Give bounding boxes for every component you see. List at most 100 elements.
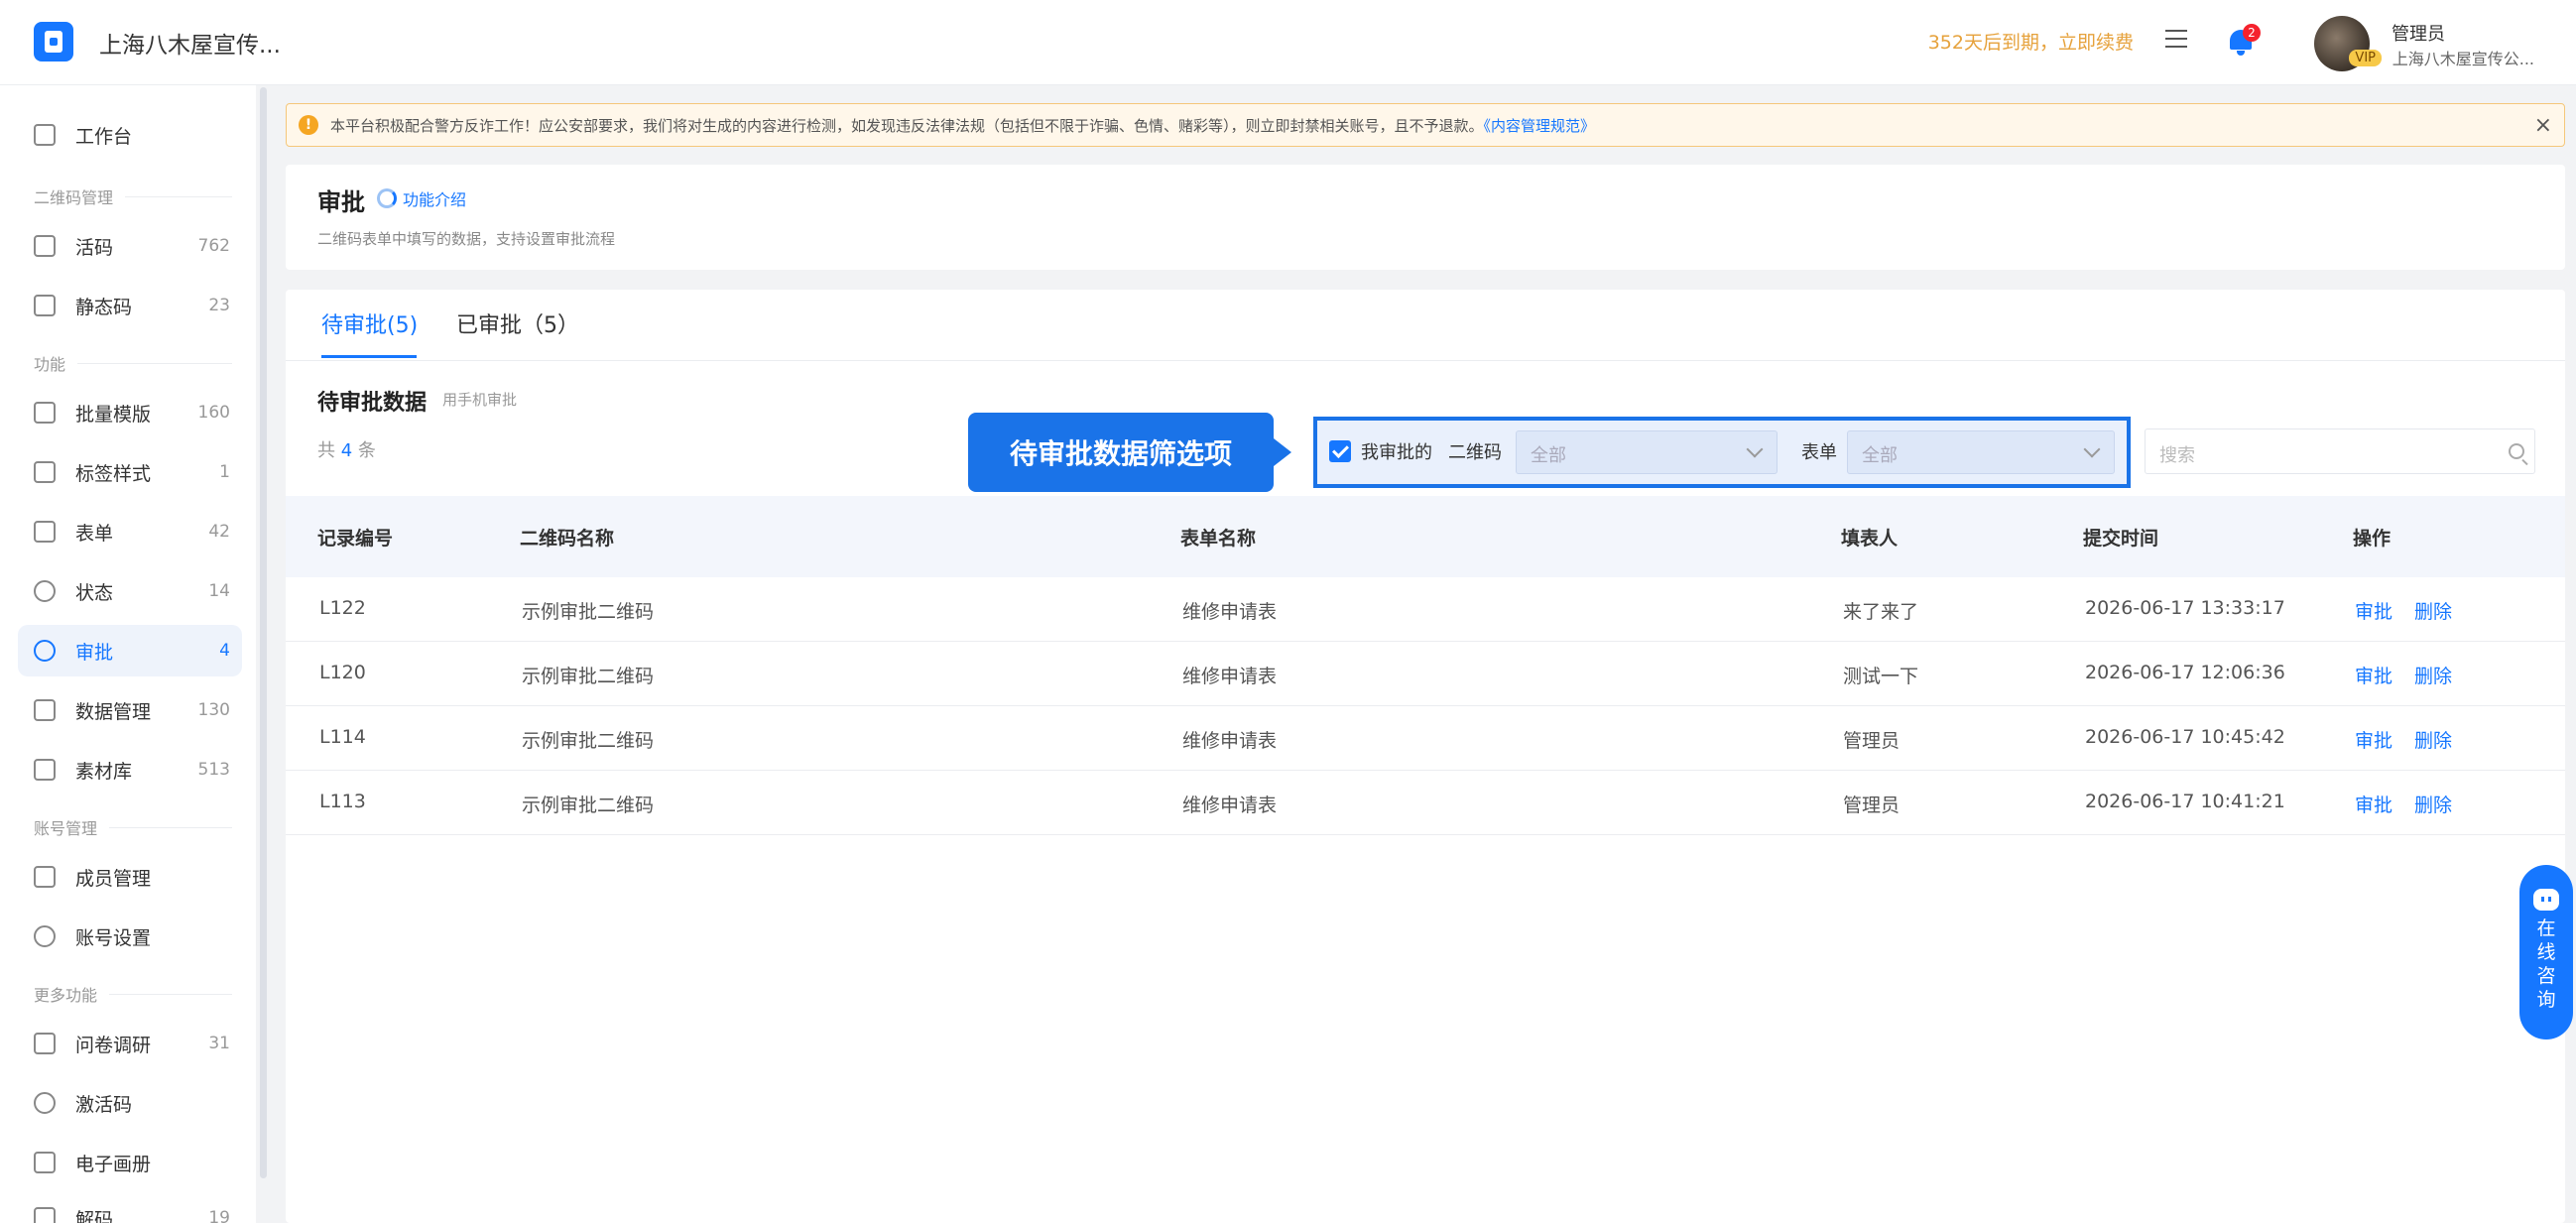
- vip-badge: VIP: [2349, 50, 2382, 66]
- monitor-icon: [34, 124, 56, 146]
- table-row[interactable]: L122 示例审批二维码 维修申请表 来了来了 2026-06-17 13:33…: [286, 577, 2565, 642]
- sidebar-item-account-settings[interactable]: 账号设置: [18, 911, 242, 962]
- cell-submit-time: 2026-06-17 13:33:17: [2085, 597, 2285, 619]
- sidebar-group-features: 功能: [34, 351, 232, 375]
- chart-icon: [34, 699, 56, 721]
- sidebar-item-members[interactable]: 成员管理: [18, 851, 242, 903]
- table-row[interactable]: L120 示例审批二维码 维修申请表 测试一下 2026-06-17 12:06…: [286, 642, 2565, 706]
- col-filler: 填表人: [1841, 528, 1899, 550]
- cell-form-name: 维修申请表: [1182, 666, 1278, 687]
- sidebar-item-count: 762: [197, 236, 230, 256]
- sidebar-item-label: 成员管理: [75, 867, 152, 890]
- sidebar-item-approval[interactable]: 审批 4: [18, 625, 242, 676]
- delete-button[interactable]: 删除: [2414, 597, 2452, 624]
- live-code-icon: [34, 235, 56, 257]
- user-icon: [34, 925, 56, 947]
- sidebar-item-workbench[interactable]: 工作台: [18, 109, 242, 161]
- approve-button[interactable]: 审批: [2355, 726, 2392, 753]
- sidebar-item-ebook[interactable]: 电子画册: [18, 1137, 242, 1188]
- sidebar-item-count: 42: [208, 522, 230, 542]
- sidebar-item-status[interactable]: 状态 14: [18, 565, 242, 617]
- col-qrcode-name: 二维码名称: [520, 528, 615, 550]
- renew-link[interactable]: 352天后到期，立即续费: [1928, 28, 2134, 55]
- approve-button[interactable]: 审批: [2355, 597, 2392, 624]
- close-icon[interactable]: ×: [2534, 113, 2552, 138]
- status-icon: [34, 580, 56, 602]
- sidebar: 工作台 二维码管理 活码 762 静态码 23 功能 批量模版 160 标签样式…: [0, 85, 256, 1223]
- app-title[interactable]: 上海八木屋宣传...: [99, 26, 281, 60]
- sidebar-item-count: 23: [208, 296, 230, 315]
- app-logo-icon[interactable]: [34, 22, 73, 61]
- sidebar-item-label: 数据管理: [75, 700, 152, 723]
- delete-button[interactable]: 删除: [2414, 726, 2452, 753]
- content-policy-link[interactable]: 《内容管理规范》: [1484, 117, 1596, 135]
- notice-text: 本平台积极配合警方反诈工作！应公安部要求，我们将对生成的内容进行检测，如发现违反…: [330, 115, 1595, 136]
- qrcode-select-value: 全部: [1531, 445, 1566, 466]
- sidebar-item-data-management[interactable]: 数据管理 130: [18, 684, 242, 736]
- search-placeholder: 搜索: [2159, 445, 2195, 466]
- menu-icon[interactable]: [2165, 30, 2187, 48]
- sidebar-item-count: 160: [197, 403, 230, 423]
- col-submit-time: 提交时间: [2083, 528, 2159, 550]
- survey-icon: [34, 1033, 56, 1054]
- sidebar-item-count: 14: [208, 581, 230, 601]
- sidebar-item-static-code[interactable]: 静态码 23: [18, 280, 242, 331]
- approve-button[interactable]: 审批: [2355, 791, 2392, 817]
- col-form-name: 表单名称: [1180, 528, 1257, 550]
- cell-qrcode-name: 示例审批二维码: [522, 795, 655, 816]
- delete-button[interactable]: 删除: [2414, 791, 2452, 817]
- mobile-approval-hint[interactable]: 用手机审批: [442, 389, 517, 410]
- qrcode-select[interactable]: 全部: [1516, 430, 1778, 474]
- col-actions: 操作: [2353, 528, 2392, 550]
- sidebar-item-material[interactable]: 素材库 513: [18, 744, 242, 795]
- sidebar-item-form[interactable]: 表单 42: [18, 506, 242, 557]
- sidebar-item-live-code[interactable]: 活码 762: [18, 220, 242, 272]
- total-number: 4: [340, 440, 353, 461]
- search-icon[interactable]: [2509, 443, 2524, 459]
- approve-button[interactable]: 审批: [2355, 662, 2392, 688]
- user-name[interactable]: 管理员: [2392, 20, 2445, 46]
- shield-icon: [34, 1092, 56, 1114]
- sidebar-item-count: 31: [208, 1034, 230, 1053]
- table-header: 记录编号 二维码名称 表单名称 填表人 提交时间 操作: [286, 496, 2565, 577]
- top-header: 上海八木屋宣传... 352天后到期，立即续费 2 VIP 管理员 上海八木屋宣…: [0, 0, 2576, 85]
- notification-bell-icon[interactable]: 2: [2227, 24, 2261, 58]
- page-title: 审批: [317, 188, 365, 216]
- mine-checkbox[interactable]: [1329, 440, 1351, 462]
- form-select[interactable]: 全部: [1847, 430, 2115, 474]
- approval-main-card: 待审批(5) 已审批（5） 待审批数据 用手机审批 共 4 条 待审批数据筛选项…: [286, 290, 2565, 1223]
- total-prefix: 共: [317, 440, 335, 461]
- online-consult-label: 在线咨询: [2536, 917, 2556, 1011]
- sidebar-item-activation-code[interactable]: 激活码: [18, 1077, 242, 1129]
- online-consult-button[interactable]: 在线咨询: [2519, 865, 2573, 1040]
- mine-label[interactable]: 我审批的: [1361, 438, 1432, 464]
- sidebar-item-batch-template[interactable]: 批量模版 160: [18, 387, 242, 438]
- intro-icon[interactable]: [377, 188, 397, 208]
- notification-badge: 2: [2243, 24, 2261, 42]
- cell-submit-time: 2026-06-17 10:45:42: [2085, 726, 2285, 748]
- active-tab-indicator: [321, 355, 417, 358]
- sidebar-item-count: 19: [208, 1208, 230, 1223]
- total-count: 共 4 条: [317, 436, 376, 462]
- delete-button[interactable]: 删除: [2414, 662, 2452, 688]
- sidebar-item-count: 1: [219, 462, 230, 482]
- tab-pending[interactable]: 待审批(5): [321, 307, 418, 339]
- cell-filler: 管理员: [1843, 795, 1901, 816]
- sidebar-item-count: 513: [197, 760, 230, 780]
- search-input[interactable]: 搜索: [2145, 428, 2535, 474]
- sidebar-scrollbar[interactable]: [260, 87, 267, 1178]
- sidebar-item-survey[interactable]: 问卷调研 31: [18, 1018, 242, 1069]
- sidebar-item-label-style[interactable]: 标签样式 1: [18, 446, 242, 498]
- qrcode-icon: [34, 295, 56, 316]
- tab-approved[interactable]: 已审批（5）: [456, 307, 579, 339]
- feature-intro-link[interactable]: 功能介绍: [403, 186, 466, 210]
- cell-filler: 管理员: [1843, 730, 1901, 752]
- table-row[interactable]: L114 示例审批二维码 维修申请表 管理员 2026-06-17 10:45:…: [286, 706, 2565, 771]
- section-title: 待审批数据: [317, 391, 428, 416]
- sidebar-item-decode[interactable]: 解码 19: [18, 1192, 242, 1223]
- form-select-value: 全部: [1862, 445, 1898, 466]
- cell-submit-time: 2026-06-17 12:06:36: [2085, 662, 2285, 683]
- cell-form-name: 维修申请表: [1182, 730, 1278, 752]
- page-header-card: 审批 功能介绍 二维码表单中填写的数据，支持设置审批流程: [286, 165, 2565, 270]
- table-row[interactable]: L113 示例审批二维码 维修申请表 管理员 2026-06-17 10:41:…: [286, 771, 2565, 835]
